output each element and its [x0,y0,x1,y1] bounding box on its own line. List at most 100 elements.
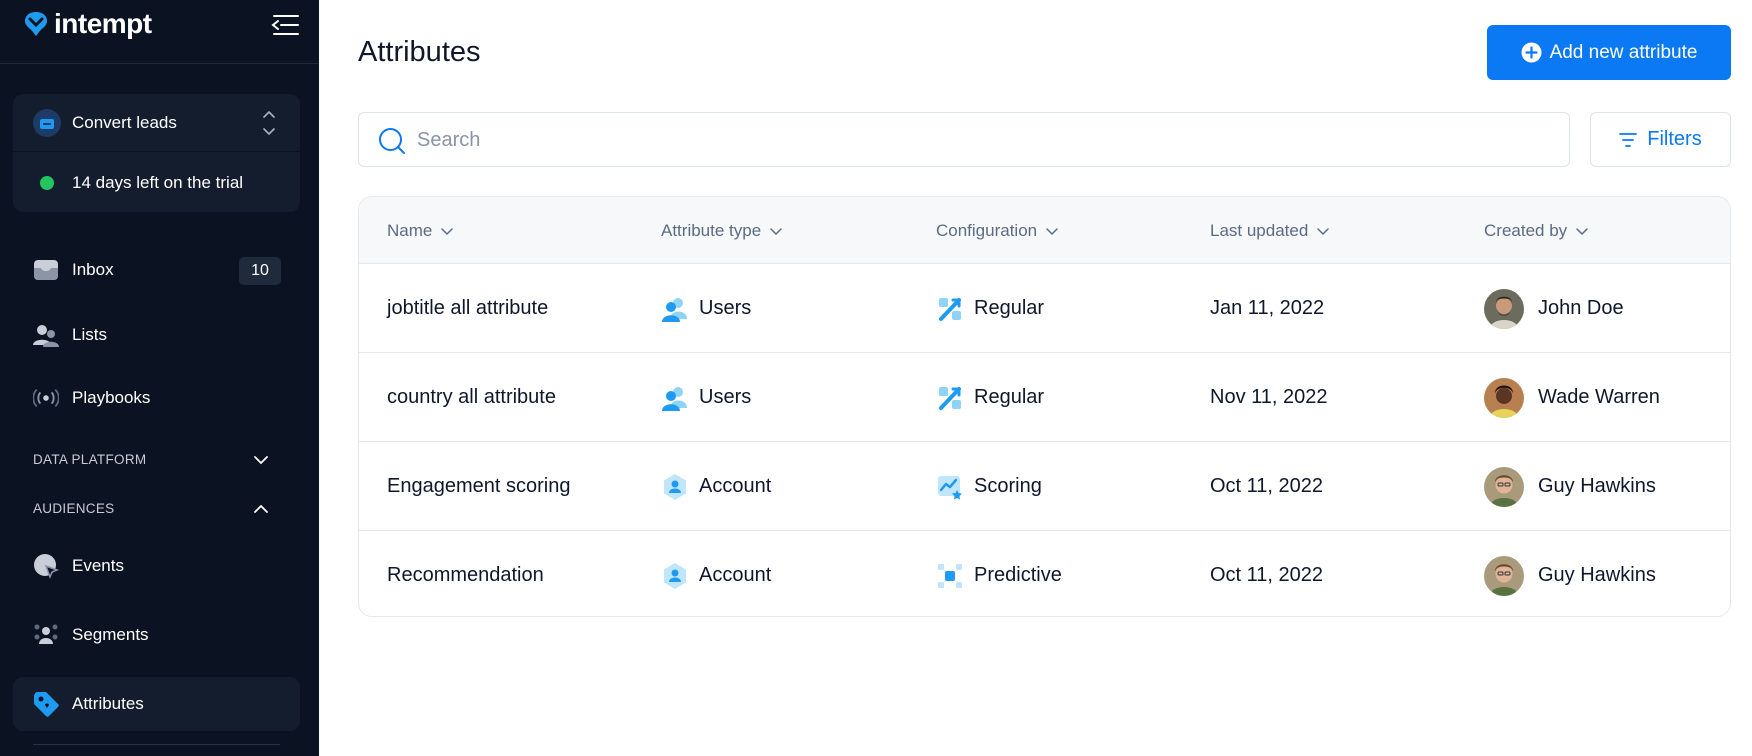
column-header-label: Configuration [936,221,1038,240]
sidebar-item-label: Segments [72,625,149,644]
creator-name: Guy Hawkins [1538,564,1656,586]
column-header-attribute-type[interactable]: Attribute type [661,221,783,241]
chevron-up-down-icon [263,110,275,136]
sidebar-item-lists[interactable]: Lists [13,308,300,362]
inbox-count-badge: 10 [239,257,281,285]
column-header-label: Name [387,221,433,240]
users-icon [661,295,689,323]
attribute-type-cell: Users [661,264,751,353]
table-row[interactable]: jobtitle all attribute Users Regular Jan… [359,263,1730,353]
inbox-icon [33,257,59,283]
broadcast-icon [33,385,59,411]
attribute-name: Recommendation [387,564,544,586]
section-label: AUDIENCES [33,501,115,516]
chevron-down-icon [770,228,782,236]
workspace-switcher[interactable]: Convert leads [13,94,300,152]
page-title: Attributes [358,36,481,68]
avatar [1484,288,1524,329]
workspace-icon [33,109,61,137]
created-by-cell: Wade Warren [1484,353,1660,442]
workspace-card: Convert leads 14 days left on the trial [13,94,300,212]
table-row[interactable]: country all attribute Users Regular Nov … [359,352,1730,442]
last-updated: Oct 11, 2022 [1210,564,1324,586]
attribute-type-cell: Account [661,442,771,531]
avatar [1484,555,1524,596]
configuration-cell: Regular [936,264,1044,353]
attribute-name: Engagement scoring [387,475,571,497]
collapse-menu-icon[interactable] [270,12,300,38]
configuration-cell: Scoring [936,442,1042,531]
chevron-down-icon [1317,228,1330,236]
sidebar-item-segments[interactable]: Segments [13,608,300,662]
column-header-last-updated[interactable]: Last updated [1210,221,1330,241]
attributes-table: Name Attribute type Configuration Last u… [358,196,1731,617]
configuration-label: Regular [974,386,1045,408]
configuration-label: Predictive [974,564,1062,586]
table-row[interactable]: Engagement scoring Account Scoring Oct 1… [359,441,1730,531]
attribute-name: country all attribute [387,386,556,408]
sidebar-item-label: Attributes [72,694,144,713]
events-icon [33,553,59,579]
sidebar-item-label: Inbox [72,260,114,279]
tag-icon [33,691,59,717]
column-header-label: Created by [1484,221,1568,240]
filter-icon [1619,132,1638,147]
add-attribute-button[interactable]: Add new attribute [1487,25,1731,80]
trial-status-dot [40,176,54,190]
sidebar-divider [33,744,280,745]
created-by-cell: John Doe [1484,264,1624,353]
section-data-platform[interactable]: DATA PLATFORM [13,444,300,476]
table-row[interactable]: Recommendation Account Predictive Oct 11… [359,530,1730,616]
column-header-name[interactable]: Name [387,221,454,241]
configuration-cell: Regular [936,353,1044,442]
column-header-created-by[interactable]: Created by [1484,221,1589,241]
avatar [1484,466,1524,507]
brand-name: intempt [54,8,152,39]
sidebar-item-playbooks[interactable]: Playbooks [13,371,300,425]
sidebar-item-label: Lists [72,325,107,344]
attribute-type-label: Users [699,386,752,408]
sidebar-item-attributes[interactable]: Attributes [13,677,300,731]
filters-button[interactable]: Filters [1590,112,1731,167]
creator-name: Wade Warren [1538,386,1660,408]
trial-status: 14 days left on the trial [13,152,300,212]
segments-icon [33,622,59,648]
creator-name: Guy Hawkins [1538,475,1656,497]
section-label: DATA PLATFORM [33,452,147,467]
intempt-logo-icon [25,12,47,36]
predictive-icon [936,562,964,590]
brand-logo[interactable]: intempt [22,8,152,40]
add-attribute-label: Add new attribute [1549,41,1698,63]
created-by-cell: Guy Hawkins [1484,442,1656,531]
search-box [358,112,1570,167]
attribute-type-cell: Users [661,353,751,442]
lists-icon [33,322,59,348]
regular-icon [936,295,964,323]
sidebar-item-label: Playbooks [72,388,151,407]
trial-text: 14 days left on the trial [72,173,244,192]
creator-name: John Doe [1538,297,1624,319]
search-icon [379,128,405,154]
configuration-label: Scoring [974,475,1042,497]
last-updated: Oct 11, 2022 [1210,475,1324,497]
attribute-type-cell: Account [661,531,771,616]
search-input[interactable] [417,121,1547,159]
regular-icon [936,384,964,412]
attribute-type-label: Users [699,297,752,319]
sidebar: intempt Convert leads 14 days left on th… [0,0,319,756]
column-header-configuration[interactable]: Configuration [936,221,1059,241]
account-icon [661,562,689,590]
attribute-type-label: Account [699,475,772,497]
app-root: intempt Convert leads 14 days left on th… [0,0,1752,756]
chevron-up-icon [254,504,268,513]
sidebar-item-events[interactable]: Events [13,539,300,593]
last-updated: Nov 11, 2022 [1210,386,1328,408]
sidebar-item-inbox[interactable]: Inbox 10 [13,243,300,297]
sidebar-header: intempt [0,0,319,64]
workspace-name: Convert leads [72,113,177,132]
chevron-down-icon [1576,228,1588,236]
section-audiences[interactable]: AUDIENCES [13,493,300,525]
avatar [1484,377,1524,418]
configuration-cell: Predictive [936,531,1062,616]
users-icon [661,384,689,412]
